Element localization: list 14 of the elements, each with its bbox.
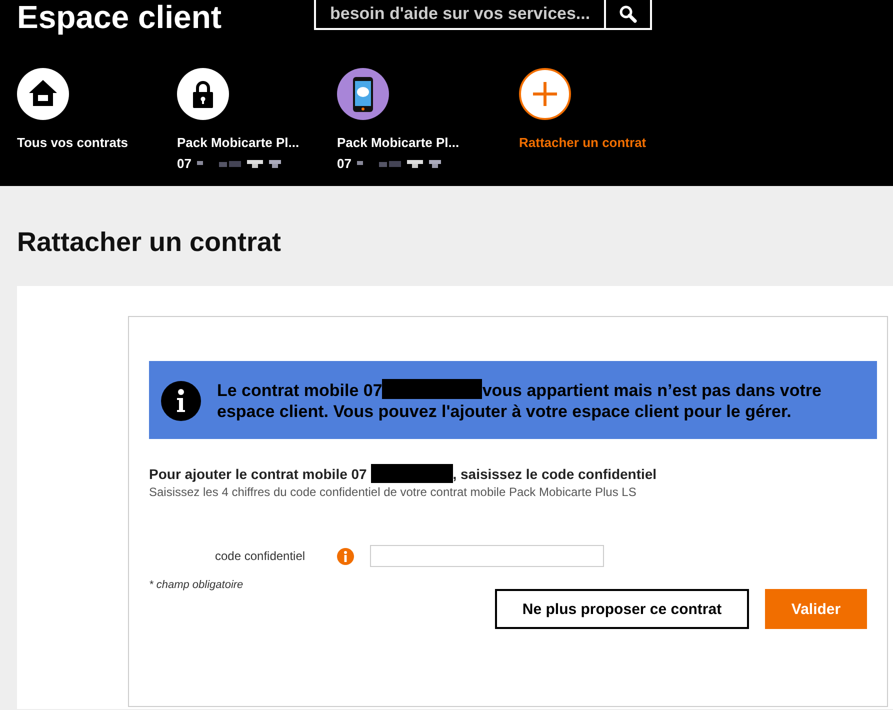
contract-link[interactable]: Rattacher un contrat <box>519 135 646 150</box>
contract-link[interactable]: Tous vos contrats <box>17 135 128 150</box>
contract-link[interactable]: Pack Mobicarte Pl... <box>177 135 300 150</box>
form-instruction: Pour ajouter le contrat mobile 07 , saisissez le code confidentiel <box>149 464 658 483</box>
phone-number: 07 <box>337 156 352 171</box>
hint-text: Saisissez les 4 chiffres du code confidentiel de votre contrat mobile Pack Mobicarte Plus LS <box>149 485 638 499</box>
dismiss-button[interactable]: Ne plus proposer ce contrat <box>495 589 749 629</box>
contract-link[interactable]: Pack Mobicarte Pl... <box>337 135 460 150</box>
page-heading: Espace client <box>17 0 223 34</box>
required-note: * champ obligatoire <box>149 579 244 591</box>
section-heading: Rattacher un contrat <box>17 226 282 259</box>
phone-number: 07 <box>177 156 192 171</box>
notice-text: Le contrat mobile 07 vous appartient mais n’est pas dans votre espace client. Vous pouvez l'ajouter à votre espace client pour le gérer. <box>217 379 822 422</box>
field-label: code confidentiel <box>215 549 306 563</box>
